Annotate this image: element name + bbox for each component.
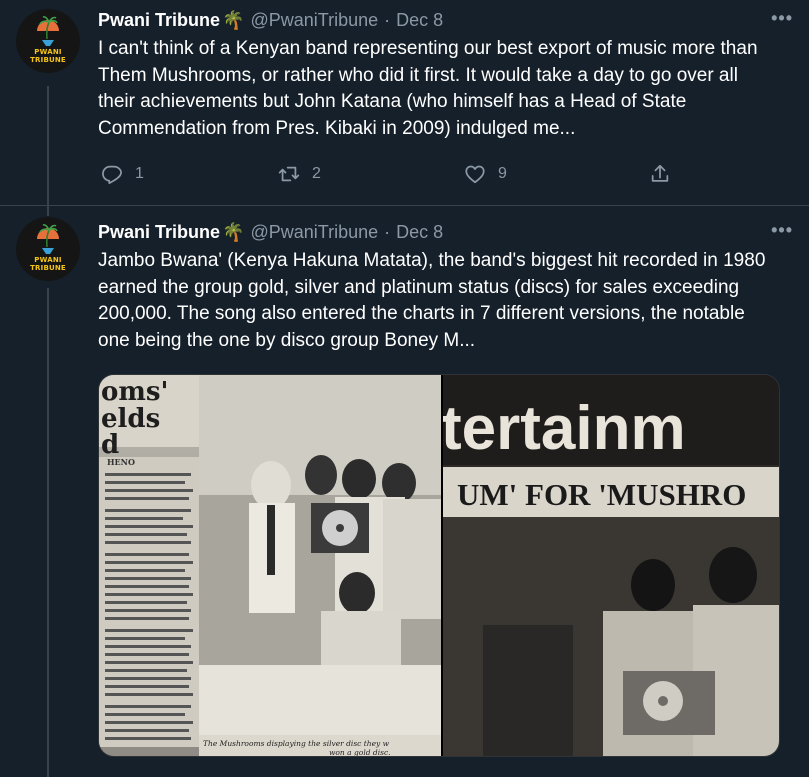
palm-tree-icon: 🌴 bbox=[222, 10, 245, 30]
avatar-label: PWANI TRIBUNE bbox=[30, 48, 66, 64]
avatar[interactable]: PWANI TRIBUNE bbox=[16, 217, 80, 281]
tweet-actions: 1 2 9 bbox=[98, 161, 678, 187]
reply-button[interactable]: 1 bbox=[101, 161, 144, 187]
newspaper-photo-right[interactable]: tertainm UM' FOR 'MUSHRO bbox=[443, 375, 779, 756]
author-handle[interactable]: @PwaniTribune bbox=[250, 10, 378, 31]
share-button[interactable] bbox=[649, 161, 671, 187]
svg-text:tertainm: tertainm bbox=[443, 394, 686, 463]
svg-text:d: d bbox=[101, 430, 119, 460]
thread-line bbox=[47, 206, 49, 216]
like-count: 9 bbox=[498, 165, 507, 182]
more-options-icon[interactable]: ••• bbox=[771, 220, 793, 241]
separator: · bbox=[384, 221, 391, 242]
separator: · bbox=[384, 9, 391, 30]
svg-text:oms': oms' bbox=[101, 377, 168, 407]
svg-text:UM' FOR 'MUSHRO: UM' FOR 'MUSHRO bbox=[457, 477, 746, 512]
newspaper-clipping-image: tertainm UM' FOR 'MUSHRO bbox=[443, 375, 779, 756]
share-icon bbox=[651, 164, 669, 182]
newspaper-clipping-image: oms' elds d HENO The Mushrooms displayin… bbox=[99, 375, 441, 757]
svg-text:won a gold disc.: won a gold disc. bbox=[329, 748, 391, 757]
like-button[interactable]: 9 bbox=[464, 161, 507, 187]
reply-count: 1 bbox=[135, 165, 144, 182]
tweet-header: Pwani Tribune 🌴 @PwaniTribune · Dec 8 ••… bbox=[98, 8, 793, 32]
retweet-count: 2 bbox=[312, 165, 321, 182]
author-name[interactable]: Pwani Tribune bbox=[98, 222, 220, 243]
reply-icon bbox=[102, 165, 122, 185]
tweet-header: Pwani Tribune 🌴 @PwaniTribune · Dec 8 ••… bbox=[98, 220, 793, 244]
retweet-icon bbox=[278, 166, 300, 182]
avatar[interactable]: PWANI TRIBUNE bbox=[16, 9, 80, 73]
author-handle[interactable]: @PwaniTribune bbox=[250, 222, 378, 243]
tweet-text: I can't think of a Kenyan band represent… bbox=[98, 38, 758, 139]
more-options-icon[interactable]: ••• bbox=[771, 8, 793, 29]
newspaper-photo-left[interactable]: oms' elds d HENO The Mushrooms displayin… bbox=[99, 375, 441, 757]
tweet-media[interactable]: oms' elds d HENO The Mushrooms displayin… bbox=[98, 374, 780, 757]
tweet-date[interactable]: Dec 8 bbox=[396, 10, 443, 31]
tweet-text: Jambo Bwana' (Kenya Hakuna Matata), the … bbox=[98, 250, 766, 351]
thread-line bbox=[47, 86, 49, 206]
tweet[interactable]: PWANI TRIBUNE Pwani Tribune 🌴 @PwaniTrib… bbox=[0, 0, 809, 206]
tweet-date[interactable]: Dec 8 bbox=[396, 222, 443, 243]
svg-text:HENO: HENO bbox=[107, 457, 135, 467]
retweet-button[interactable]: 2 bbox=[278, 161, 321, 187]
thread-line bbox=[47, 288, 49, 777]
avatar-label: PWANI TRIBUNE bbox=[30, 256, 66, 272]
author-name[interactable]: Pwani Tribune bbox=[98, 10, 220, 31]
palm-tree-icon: 🌴 bbox=[222, 222, 245, 242]
photo-caption: The Mushrooms displaying the silver disc… bbox=[203, 739, 390, 748]
like-icon bbox=[465, 165, 485, 184]
